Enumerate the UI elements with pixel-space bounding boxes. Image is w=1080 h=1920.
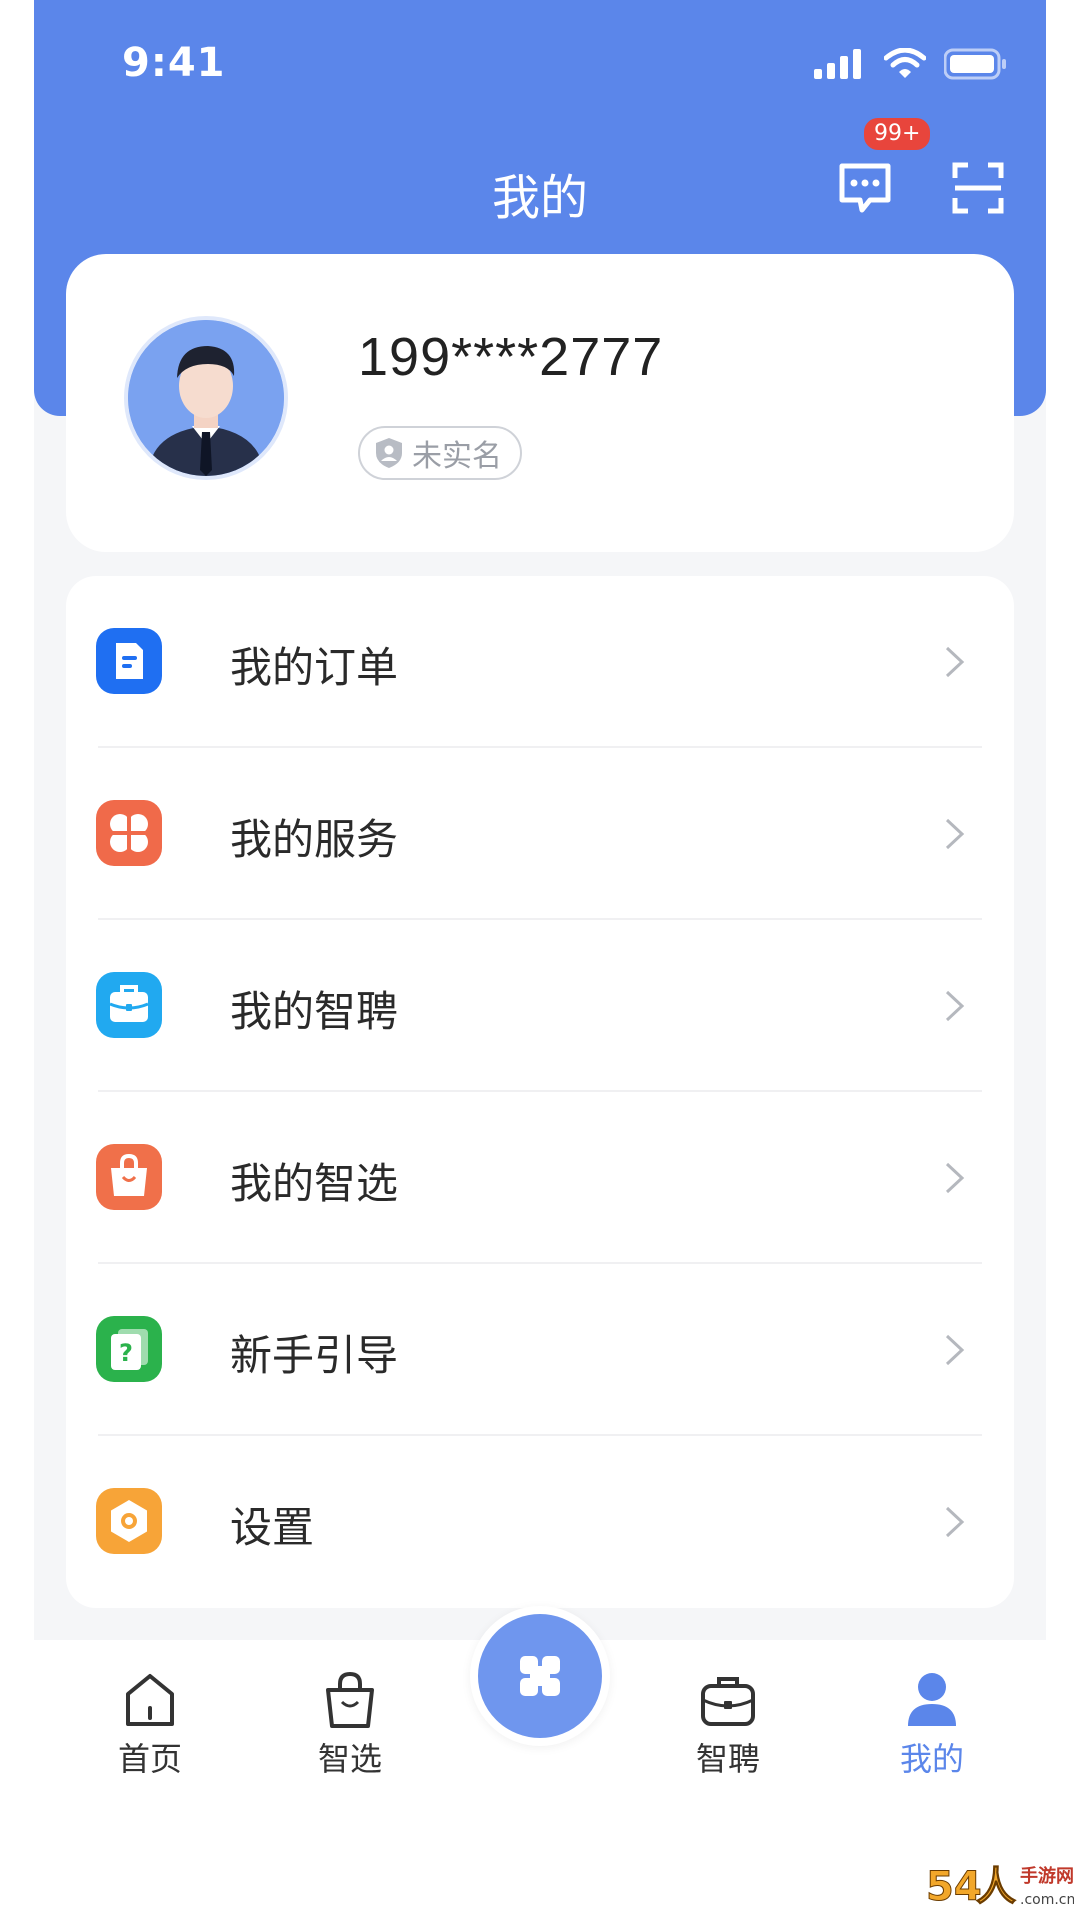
scan-button[interactable]: [952, 162, 1004, 214]
shield-user-icon: [376, 438, 402, 468]
battery-icon: [944, 48, 1006, 80]
tab-label: 我的: [899, 1740, 964, 1778]
app-screen: 9:41 我的 99+ 199****2777 未实名 我的订单 我的服务 我的…: [34, 0, 1046, 1810]
order-icon: [96, 628, 162, 694]
menu-item-label: 设置: [230, 1503, 315, 1552]
watermark-logo: 54 人 手游网 .com.cn: [926, 1864, 1075, 1911]
menu-item-recruit[interactable]: 我的智聘: [66, 920, 1014, 1092]
menu-item-guide[interactable]: ? 新手引导: [66, 1264, 1014, 1436]
profile-card[interactable]: 199****2777 未实名: [66, 254, 1014, 552]
menu-item-label: 我的服务: [230, 815, 399, 864]
tab-select[interactable]: 智选: [280, 1670, 420, 1780]
verify-status-label: 未实名: [412, 439, 502, 474]
chevron-right-icon: [945, 818, 965, 850]
message-button[interactable]: [836, 160, 894, 218]
menu-item-label: 新手引导: [230, 1331, 399, 1380]
chevron-right-icon: [945, 990, 965, 1022]
avatar[interactable]: [124, 316, 288, 480]
chevron-right-icon: [945, 1162, 965, 1194]
menu-item-label: 我的订单: [230, 643, 399, 692]
user-avatar-icon: [128, 320, 284, 476]
status-time: 9:41: [122, 40, 226, 86]
svg-text:手游网: 手游网: [1020, 1865, 1074, 1887]
menu-card: 我的订单 我的服务 我的智聘 我的智选 ? 新手引导 设置: [66, 576, 1014, 1608]
page-title: 我的: [491, 170, 588, 226]
svg-text:人: 人: [976, 1864, 1016, 1910]
chevron-right-icon: [945, 646, 965, 678]
user-icon: [908, 1673, 956, 1726]
tab-recruit[interactable]: 智聘: [658, 1670, 798, 1780]
chat-bubble-icon: [839, 163, 891, 213]
chevron-right-icon: [945, 1506, 965, 1538]
chevron-right-icon: [945, 1334, 965, 1366]
shopping-bag-icon: [96, 1144, 162, 1210]
menu-item-settings[interactable]: 设置: [66, 1436, 1014, 1608]
scan-icon: [952, 162, 1004, 214]
menu-item-orders[interactable]: 我的订单: [66, 576, 1014, 748]
menu-item-label: 我的智选: [230, 1159, 399, 1208]
status-icons: [814, 48, 1008, 80]
signal-icon: [814, 49, 861, 79]
wifi-icon: [884, 48, 926, 78]
menu-item-select[interactable]: 我的智选: [66, 1092, 1014, 1264]
tab-label: 智聘: [695, 1740, 760, 1778]
menu-item-services[interactable]: 我的服务: [66, 748, 1014, 920]
briefcase-icon: [701, 1677, 755, 1726]
help-card-icon: ?: [96, 1316, 162, 1382]
tab-label: 首页: [117, 1740, 182, 1778]
home-icon: [126, 1674, 174, 1726]
shopping-bag-icon: [326, 1671, 374, 1728]
settings-hexagon-icon: [96, 1488, 162, 1554]
center-app-button[interactable]: [470, 1606, 610, 1746]
tab-label: 智选: [317, 1740, 382, 1778]
message-badge: 99+: [862, 116, 933, 152]
tab-mine[interactable]: 我的: [862, 1670, 1002, 1780]
verify-status-badge[interactable]: 未实名: [358, 426, 522, 480]
app-hub-icon: [520, 1656, 560, 1696]
svg-text:?: ?: [119, 1339, 133, 1367]
tab-home[interactable]: 首页: [80, 1670, 220, 1780]
service-grid-icon: [96, 800, 162, 866]
menu-item-label: 我的智聘: [230, 987, 399, 1036]
phone-number: 199****2777: [358, 327, 664, 387]
svg-text:.com.cn: .com.cn: [1020, 1892, 1074, 1908]
svg-text:54: 54: [926, 1864, 982, 1910]
briefcase-icon: [96, 972, 162, 1038]
